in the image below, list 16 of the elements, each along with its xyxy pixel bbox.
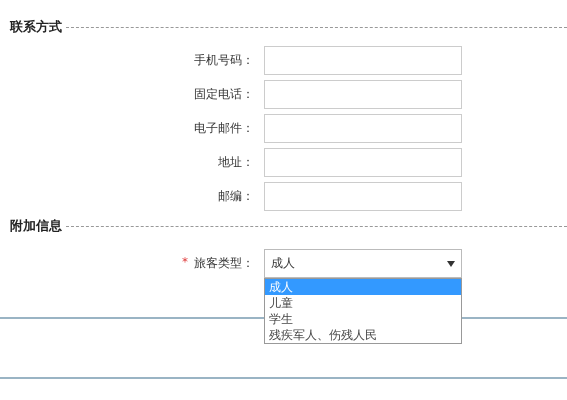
required-mark: * [182, 255, 188, 271]
section-title: 附加信息 [10, 218, 62, 235]
section-title: 联系方式 [10, 18, 62, 36]
field-label: 旅客类型： [194, 255, 254, 272]
input-field[interactable] [264, 182, 462, 211]
input-field[interactable] [264, 46, 462, 75]
field-label: 电子邮件： [193, 120, 255, 137]
field-label: 固定电话： [193, 86, 255, 103]
field-label: 手机号码： [193, 52, 255, 69]
input-field[interactable] [264, 148, 462, 177]
caret-icon [447, 260, 455, 266]
field-label: 邮编： [217, 188, 255, 205]
input-field[interactable] [264, 114, 462, 143]
field-label: 地址： [217, 154, 255, 171]
dropdown-select[interactable]: 成人 [264, 249, 462, 278]
input-field[interactable] [264, 80, 462, 109]
